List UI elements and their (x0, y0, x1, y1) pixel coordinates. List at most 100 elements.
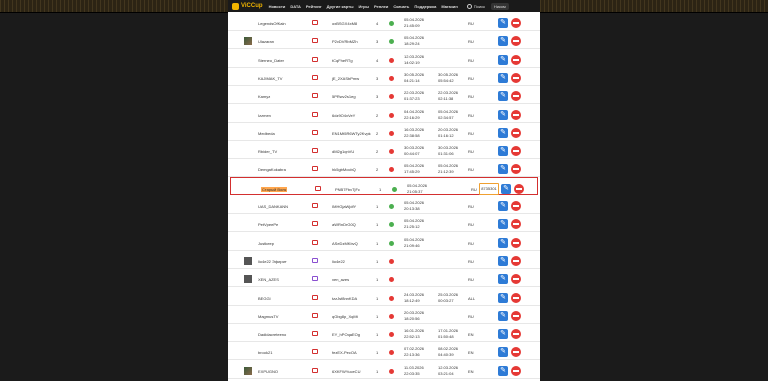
channel-code: aWRnDrG0Q (332, 222, 356, 228)
edit-button[interactable]: ✎ (498, 274, 508, 285)
edit-button[interactable]: ✎ (498, 164, 508, 175)
edit-button[interactable]: ✎ (498, 201, 508, 211)
streamer-name[interactable]: Dadidacreteeno (258, 332, 286, 337)
channel-icon[interactable] (312, 111, 318, 117)
channel-icon[interactable] (312, 276, 318, 282)
channel-icon[interactable] (312, 93, 318, 99)
edit-button[interactable]: ✎ (498, 54, 508, 65)
channel-icon[interactable] (312, 239, 318, 245)
streamer-name[interactable]: MagmusTV (258, 314, 278, 319)
delete-button[interactable] (511, 127, 521, 138)
channel-icon[interactable] (312, 74, 318, 80)
streamer-name[interactable]: Medbeda (258, 131, 275, 136)
streamer-name[interactable]: Justkeep (258, 241, 274, 246)
site-logo[interactable]: ViCCup (232, 2, 263, 10)
delete-button[interactable] (511, 237, 521, 248)
streamer-name[interactable]: DemgaKokabra (258, 167, 286, 172)
edit-button[interactable]: ✎ (498, 109, 508, 120)
delete-button[interactable] (511, 329, 521, 340)
channel-icon[interactable] (312, 257, 318, 263)
delete-button[interactable] (511, 36, 521, 47)
delete-button[interactable] (511, 18, 521, 28)
streamer-name[interactable]: Izzmen (258, 113, 271, 118)
delete-button[interactable] (511, 72, 521, 83)
nav-item-data[interactable]: DATA (290, 4, 301, 9)
streamer-name[interactable]: Старый Волк (261, 186, 288, 192)
nav-item-other-maps[interactable]: Другие карты (327, 4, 354, 9)
end-date-day: 22.03.2026 (438, 90, 459, 96)
nav-item-shop[interactable]: Магазин (441, 4, 457, 9)
table-row: Dadidacreteeno EY_hPOqaEOg 1 16.01.2026 22:5… (228, 323, 540, 343)
streamer-name[interactable]: KAJIMAK_TV (258, 76, 282, 81)
table-row: UAS_DANKANN IMHGjaWjdfY 1 05.04.2026 20:13:3… (228, 195, 540, 214)
streamer-name[interactable]: Kamyz (258, 94, 270, 99)
streamer-name[interactable]: lio4e22 Эфирит (258, 259, 287, 264)
nav-item-news[interactable]: Новости (269, 4, 286, 9)
nav-item-download[interactable]: Скачать (393, 4, 409, 9)
channel-icon[interactable] (312, 38, 318, 44)
edit-button[interactable]: ✎ (498, 329, 508, 340)
delete-button[interactable] (511, 292, 521, 303)
edit-button[interactable]: ✎ (498, 237, 508, 248)
edit-button[interactable]: ✎ (498, 72, 508, 83)
delete-button[interactable] (511, 255, 521, 266)
streamer-name[interactable]: UAS_DANKANN (258, 204, 288, 209)
edit-button[interactable]: ✎ (501, 183, 511, 194)
nav-item-games[interactable]: Игры (359, 4, 369, 9)
channel-icon[interactable] (315, 185, 321, 191)
streamer-name[interactable]: brook21 (258, 350, 272, 355)
delete-button[interactable] (511, 164, 521, 175)
delete-button[interactable] (511, 54, 521, 65)
edit-button[interactable]: ✎ (498, 91, 508, 102)
channel-icon[interactable] (312, 20, 318, 25)
channel-icon[interactable] (312, 148, 318, 154)
channel-icon[interactable] (312, 312, 318, 318)
delete-button[interactable] (511, 219, 521, 230)
channel-icon[interactable] (312, 129, 318, 135)
edit-button[interactable]: ✎ (498, 310, 508, 321)
edit-button[interactable]: ✎ (498, 18, 508, 28)
delete-button[interactable] (511, 146, 521, 157)
streamer-name[interactable]: BEGGI (258, 296, 271, 301)
channel-icon[interactable] (312, 349, 318, 355)
edit-button[interactable]: ✎ (498, 146, 508, 157)
channel-icon[interactable] (312, 331, 318, 337)
streamer-name[interactable]: PetVpeePe (258, 222, 278, 227)
streamer-name[interactable]: XEN_AZES (258, 277, 279, 282)
channel-icon[interactable] (312, 294, 318, 300)
streamer-name[interactable]: Ulazaran (258, 39, 274, 44)
table-row: Kamyz 5PRwv2s1eg 3 22.03.2026 01:37:23 22.03.… (228, 85, 540, 105)
nav-item-replays[interactable]: Реплеи (374, 4, 388, 9)
edit-button[interactable]: ✎ (498, 219, 508, 230)
delete-button[interactable] (511, 201, 521, 211)
streamer-name[interactable]: LegendsOfKain (258, 21, 286, 26)
edit-button[interactable]: ✎ (498, 36, 508, 47)
channel-icon[interactable] (312, 166, 318, 172)
edit-button[interactable]: ✎ (498, 255, 508, 266)
channel-icon[interactable] (312, 56, 318, 62)
count-value: 1 (376, 222, 379, 228)
delete-button[interactable] (511, 347, 521, 358)
streamer-name[interactable]: EXPUGNO (258, 369, 278, 374)
user-menu-button[interactable]: Ником (490, 2, 509, 10)
streamer-name[interactable]: Rbider_TV (258, 149, 277, 154)
channel-icon[interactable] (312, 221, 318, 227)
delete-button[interactable] (511, 91, 521, 102)
edit-button[interactable]: ✎ (498, 292, 508, 303)
delete-button[interactable] (514, 183, 524, 194)
streamer-name[interactable]: Sterneo_Dater (258, 58, 284, 63)
delete-button[interactable] (511, 365, 521, 376)
id-note-field[interactable]: 8735301 (479, 182, 499, 195)
start-date: 24.03.2026 18:12:49 (404, 292, 424, 304)
channel-icon[interactable] (312, 203, 318, 208)
delete-button[interactable] (511, 274, 521, 285)
delete-button[interactable] (511, 310, 521, 321)
search-button[interactable]: Поиск (466, 3, 485, 9)
nav-item-rating[interactable]: Рейтинг (306, 4, 322, 9)
nav-item-support[interactable]: Поддержка (414, 4, 436, 9)
edit-button[interactable]: ✎ (498, 127, 508, 138)
channel-icon[interactable] (312, 367, 318, 373)
edit-button[interactable]: ✎ (498, 365, 508, 376)
delete-button[interactable] (511, 109, 521, 120)
edit-button[interactable]: ✎ (498, 347, 508, 358)
